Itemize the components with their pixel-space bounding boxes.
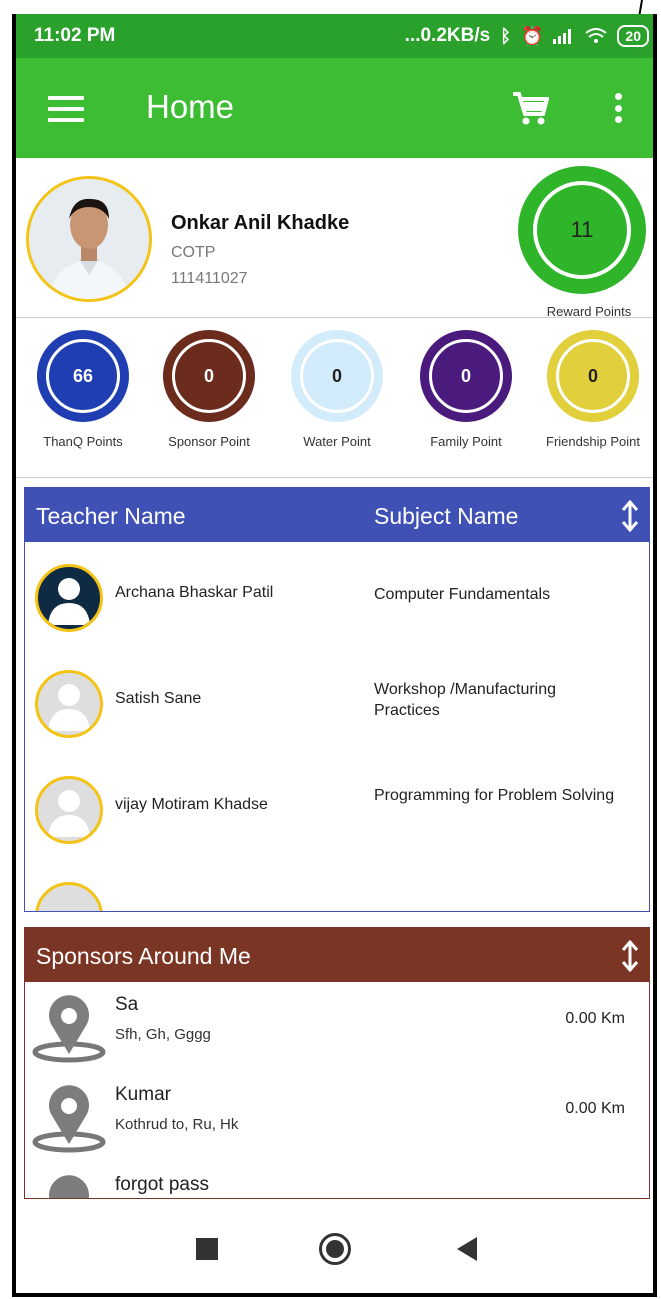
person-icon xyxy=(48,578,90,625)
teacher-name-header: Teacher Name xyxy=(36,503,186,529)
sponsor-name: Sa xyxy=(115,994,139,1015)
home-button[interactable] xyxy=(319,1233,351,1265)
family-point-value: 0 xyxy=(429,339,503,413)
table-row[interactable]: Satish Sane Workshop /Manufacturing Prac… xyxy=(25,648,649,754)
network-speed: ...0.2KB/s xyxy=(404,25,491,46)
profile-id: 111411027 xyxy=(171,270,248,287)
menu-icon[interactable] xyxy=(48,96,84,122)
reward-points-badge[interactable]: 11 xyxy=(518,166,646,294)
thanq-points-label: ThanQ Points xyxy=(43,434,123,449)
wifi-icon xyxy=(585,28,608,43)
teacher-name: Archana Bhaskar Patil xyxy=(115,584,274,601)
sponsors-title: Sponsors Around Me xyxy=(36,943,251,969)
sponsor-distance: 0.00 Km xyxy=(565,1010,625,1027)
status-time: 11:02 PM xyxy=(34,25,116,46)
reward-points-value: 11 xyxy=(533,181,631,279)
friendship-point-ring: 0 xyxy=(547,330,639,422)
subject-name: Computer Fundamentals xyxy=(374,586,551,603)
back-button[interactable] xyxy=(457,1237,477,1261)
friendship-point-label: Friendship Point xyxy=(546,434,640,449)
avatar xyxy=(35,882,103,911)
friendship-point-value: 0 xyxy=(556,339,630,413)
recents-button[interactable] xyxy=(196,1238,218,1260)
avatar[interactable] xyxy=(26,176,152,302)
more-vert-icon[interactable] xyxy=(608,90,628,126)
signal-icon xyxy=(553,29,572,44)
points-row: 66 ThanQ Points 0 Sponsor Point 0 Water … xyxy=(16,318,653,478)
water-point-label: Water Point xyxy=(303,434,371,449)
profile-section: Onkar Anil Khadke COTP 111411027 11 Rewa… xyxy=(16,158,653,319)
phone-screen: 11:02 PM ...0.2KB/s ᛒ ⏰ 20 Home Onkar An… xyxy=(12,14,657,1297)
teacher-list-card: Teacher Name Subject Name Archana Bhaska… xyxy=(24,487,650,912)
location-pin-icon xyxy=(32,1085,106,1153)
teacher-name: vijay Motiram Khadse xyxy=(115,796,268,813)
cart-icon[interactable] xyxy=(511,90,549,126)
reward-points-label: Reward Points xyxy=(546,304,632,319)
sponsors-header: Sponsors Around Me xyxy=(25,928,649,982)
table-row[interactable] xyxy=(25,860,649,911)
sponsor-name: Kumar xyxy=(115,1084,171,1105)
avatar xyxy=(35,776,103,844)
sponsor-point-ring: 0 xyxy=(163,330,255,422)
profile-photo xyxy=(29,179,149,299)
sponsor-distance: 0.00 Km xyxy=(565,1100,625,1117)
family-point-ring: 0 xyxy=(420,330,512,422)
person-icon xyxy=(48,684,90,731)
water-point-ring: 0 xyxy=(291,330,383,422)
subject-name: Workshop /Manufacturing Practices xyxy=(374,681,557,719)
sponsor-point-label: Sponsor Point xyxy=(168,434,250,449)
person-icon xyxy=(48,790,90,837)
alarm-icon: ⏰ xyxy=(521,25,544,46)
water-point[interactable]: 0 Water Point xyxy=(274,330,400,449)
sponsor-address: Kothrud to, Ru, Hk xyxy=(115,1116,239,1133)
subject-name: Programming for Problem Solving xyxy=(374,787,615,804)
friendship-point[interactable]: 0 Friendship Point xyxy=(530,330,653,449)
family-point-label: Family Point xyxy=(430,434,502,449)
sponsors-card: Sponsors Around Me Sa Sfh, Gh, Gggg 0.00… xyxy=(24,927,650,1199)
family-point[interactable]: 0 Family Point xyxy=(403,330,529,449)
sponsor-point-value: 0 xyxy=(172,339,246,413)
expand-vertical-icon[interactable] xyxy=(621,500,639,532)
table-row[interactable]: Archana Bhaskar Patil Computer Fundament… xyxy=(25,542,649,648)
subject-name-header: Subject Name xyxy=(374,503,519,529)
bluetooth-icon: ᛒ xyxy=(500,25,511,46)
sponsor-address: Sfh, Gh, Gggg xyxy=(115,1026,211,1043)
page-title: Home xyxy=(146,88,235,125)
table-row[interactable]: vijay Motiram Khadse Programming for Pro… xyxy=(25,754,649,860)
battery-icon: 20 xyxy=(617,25,649,47)
thanq-points-value: 66 xyxy=(46,339,120,413)
status-bar: 11:02 PM ...0.2KB/s ᛒ ⏰ 20 xyxy=(16,14,653,58)
profile-department: COTP xyxy=(171,244,216,261)
avatar xyxy=(35,670,103,738)
thanq-points-ring: 66 xyxy=(37,330,129,422)
list-item[interactable]: Sa Sfh, Gh, Gggg 0.00 Km xyxy=(25,982,649,1072)
expand-vertical-icon[interactable] xyxy=(621,940,639,972)
teacher-name: Satish Sane xyxy=(115,690,202,707)
location-pin-icon xyxy=(49,1175,89,1198)
location-pin-icon xyxy=(32,995,106,1063)
sponsor-name: forgot pass xyxy=(115,1174,209,1195)
system-nav-bar xyxy=(16,1210,653,1293)
water-point-value: 0 xyxy=(300,339,374,413)
thanq-points[interactable]: 66 ThanQ Points xyxy=(20,330,146,449)
profile-name: Onkar Anil Khadke xyxy=(171,212,350,234)
list-item[interactable]: Kumar Kothrud to, Ru, Hk 0.00 Km xyxy=(25,1072,649,1162)
status-icons: ...0.2KB/s ᛒ ⏰ 20 xyxy=(405,25,649,47)
list-item[interactable]: forgot pass xyxy=(25,1162,649,1198)
avatar xyxy=(35,564,103,632)
app-bar: Home xyxy=(16,58,653,158)
teacher-list-header: Teacher Name Subject Name xyxy=(25,488,649,542)
sponsor-point[interactable]: 0 Sponsor Point xyxy=(146,330,272,449)
